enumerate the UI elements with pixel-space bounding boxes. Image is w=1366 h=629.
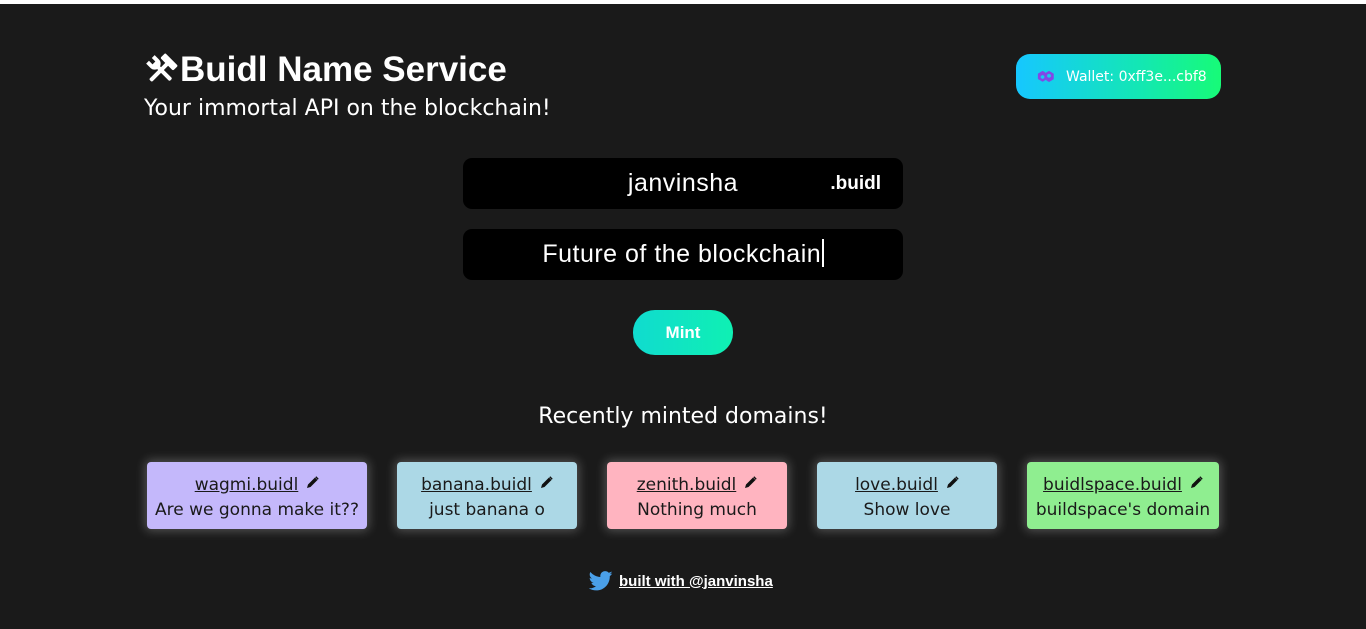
pencil-icon[interactable] — [1190, 476, 1203, 489]
domain-input[interactable]: janvinsha .buidl — [463, 158, 903, 209]
record-input-value: Future of the blockchain — [542, 240, 822, 268]
polygon-icon — [1037, 70, 1054, 82]
pencil-icon[interactable] — [946, 476, 959, 489]
domain-record: Are we gonna make it?? — [155, 500, 359, 520]
domain-card: love.buidl Show love — [817, 462, 997, 529]
page-title: Buidl Name Service — [144, 50, 507, 90]
record-input[interactable]: Future of the blockchain — [463, 229, 903, 280]
domain-record: Nothing much — [637, 500, 757, 520]
domain-card: wagmi.buidl Are we gonna make it?? — [147, 462, 367, 529]
text-caret — [822, 239, 824, 268]
tld-label: .buidl — [830, 173, 881, 194]
domain-link[interactable]: banana.buidl — [421, 475, 532, 495]
domain-record: just banana o — [429, 500, 545, 520]
pencil-icon[interactable] — [540, 476, 553, 489]
domain-record: buildspace's domain — [1035, 500, 1211, 520]
app-page: Buidl Name Service Your immortal API on … — [0, 4, 1366, 629]
domain-record: Show love — [863, 500, 951, 520]
domain-link[interactable]: wagmi.buidl — [195, 475, 299, 495]
record-input-wrapper: Future of the blockchain — [463, 229, 903, 280]
domain-card: banana.buidl just banana o — [397, 462, 577, 529]
domain-link[interactable]: love.buidl — [855, 475, 938, 495]
wallet-button[interactable]: Wallet: 0xff3e...cbf8 — [1016, 54, 1221, 99]
domain-link[interactable]: buidlspace.buidl — [1043, 475, 1182, 495]
twitter-link[interactable]: built with @janvinsha — [619, 573, 773, 590]
footer: built with @janvinsha — [589, 571, 773, 591]
domain-link[interactable]: zenith.buidl — [637, 475, 737, 495]
pencil-icon[interactable] — [744, 476, 757, 489]
mint-button[interactable]: Mint — [633, 310, 733, 355]
wallet-address: Wallet: 0xff3e...cbf8 — [1066, 68, 1207, 85]
domain-card: buidlspace.buidl buildspace's domain — [1027, 462, 1219, 529]
page-subtitle: Your immortal API on the blockchain! — [144, 96, 551, 121]
page-title-text: Buidl Name Service — [180, 50, 507, 89]
hammer-and-wrench-icon — [146, 53, 178, 82]
twitter-icon — [589, 571, 613, 591]
domain-card: zenith.buidl Nothing much — [607, 462, 787, 529]
pencil-icon[interactable] — [306, 476, 319, 489]
recent-domains-title: Recently minted domains! — [538, 404, 828, 429]
